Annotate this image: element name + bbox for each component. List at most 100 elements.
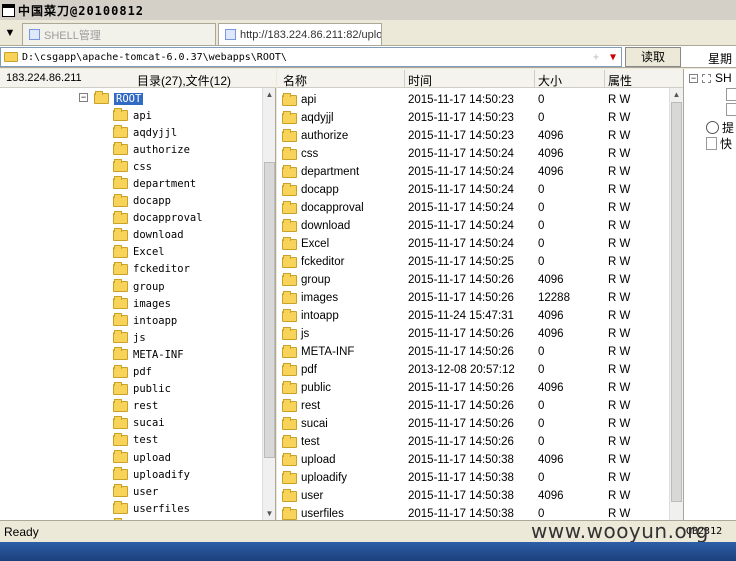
list-scrollbar[interactable]: ▲ [669, 88, 683, 520]
table-row[interactable]: docapproval 2015-11-17 14:50:24 0 R W [277, 199, 669, 217]
scroll-up-icon[interactable]: ▲ [263, 88, 275, 101]
tree-item[interactable]: js [113, 329, 146, 346]
scroll-up-icon[interactable]: ▲ [670, 88, 683, 101]
tree-root[interactable]: ROOT [94, 90, 144, 107]
tree-item[interactable]: download [113, 227, 184, 244]
table-row[interactable]: download 2015-11-17 14:50:24 0 R W [277, 217, 669, 235]
cell-time: 2015-11-17 14:50:26 [408, 292, 514, 304]
table-row[interactable]: META-INF 2015-11-17 14:50:26 0 R W [277, 343, 669, 361]
cell-attr: R W [608, 220, 631, 232]
table-row[interactable]: uploadify 2015-11-17 14:50:38 0 R W [277, 469, 669, 487]
tree-item[interactable]: docapp [113, 193, 171, 210]
table-row[interactable]: Excel 2015-11-17 14:50:24 0 R W [277, 235, 669, 253]
file-list[interactable]: api 2015-11-17 14:50:23 0 R W aqdyjjl 2015-11… [277, 88, 683, 520]
tree-item[interactable]: upload [113, 449, 171, 466]
cell-time: 2015-11-17 14:50:26 [408, 418, 514, 430]
cell-size: 12288 [538, 292, 570, 304]
tree-item[interactable]: css [113, 158, 152, 175]
collapse-toggle-icon[interactable]: − [689, 73, 698, 83]
scroll-thumb[interactable] [264, 162, 275, 458]
tree-item[interactable]: public [113, 381, 171, 398]
weekday-header: 星期 [708, 52, 733, 66]
folder-icon [113, 193, 128, 207]
scroll-down-icon[interactable]: ▼ [263, 507, 275, 520]
table-row[interactable]: js 2015-11-17 14:50:26 4096 R W [277, 325, 669, 343]
tree-item[interactable]: userfiles [113, 500, 190, 517]
table-row[interactable]: authorize 2015-11-17 14:50:23 4096 R W [277, 127, 669, 145]
right-tree-doc[interactable] [726, 88, 736, 101]
tree-item-label: user [133, 485, 159, 498]
folder-icon [113, 261, 128, 275]
status-text: Ready [4, 525, 39, 539]
col-attr[interactable]: 属性 [608, 72, 632, 89]
shortcut-icon [706, 137, 717, 150]
folder-icon [282, 255, 297, 268]
collapse-toggle-icon[interactable]: − [79, 93, 88, 102]
tree-item[interactable]: images [113, 295, 171, 312]
add-icon[interactable]: + [587, 52, 605, 63]
tree-item[interactable]: docapproval [113, 210, 203, 227]
cell-time: 2015-11-17 14:50:26 [408, 328, 514, 340]
col-time[interactable]: 时间 [408, 72, 432, 89]
tree-item[interactable]: pdf [113, 364, 152, 381]
right-tree-item-2[interactable]: 快 [706, 135, 732, 152]
tree-item[interactable]: group [113, 278, 165, 295]
tree-item[interactable]: intoapp [113, 312, 177, 329]
tree-item-label: upload [133, 451, 171, 464]
right-tree-doc[interactable] [726, 103, 736, 116]
table-row[interactable]: user 2015-11-17 14:50:38 4096 R W [277, 487, 669, 505]
col-name[interactable]: 名称 [283, 72, 307, 89]
path-input[interactable]: D:\csgapp\apache-tomcat-6.0.37\webapps\R… [0, 47, 622, 67]
table-row[interactable]: api 2015-11-17 14:50:23 0 R W [277, 91, 669, 109]
tab-menu-chevron-icon[interactable]: ▼ [2, 24, 18, 42]
table-row[interactable]: upload 2015-11-17 14:50:38 4096 R W [277, 451, 669, 469]
folder-icon [113, 244, 128, 258]
tree-item[interactable]: user [113, 483, 158, 500]
tab-shell-manage[interactable]: SHELL管理 [22, 23, 216, 45]
cell-name: user [301, 490, 324, 502]
table-row[interactable]: fckeditor 2015-11-17 14:50:25 0 R W [277, 253, 669, 271]
tree-item[interactable]: fckeditor [113, 261, 190, 278]
tree-item[interactable]: sucai [113, 415, 165, 432]
table-row[interactable]: department 2015-11-17 14:50:24 4096 R W [277, 163, 669, 181]
tree-item[interactable]: test [113, 432, 158, 449]
scroll-thumb[interactable] [671, 102, 682, 502]
cell-attr: R W [608, 328, 631, 340]
right-tree-item-1[interactable]: 提 [706, 119, 734, 136]
table-row[interactable]: pdf 2013-12-08 20:57:12 0 R W [277, 361, 669, 379]
tree-item[interactable]: aqdyjjl [113, 124, 177, 141]
directory-tree[interactable]: − ROOT api aqdyjjl authorize css department d… [0, 88, 276, 520]
tree-item[interactable]: department [113, 175, 196, 192]
cell-name: images [301, 292, 339, 304]
tree-item[interactable]: uploadify [113, 466, 190, 483]
table-row[interactable]: docapp 2015-11-17 14:50:24 0 R W [277, 181, 669, 199]
table-row[interactable]: css 2015-11-17 14:50:24 4096 R W [277, 145, 669, 163]
tree-item[interactable]: Excel [113, 244, 165, 261]
table-row[interactable]: test 2015-11-17 14:50:26 0 R W [277, 433, 669, 451]
table-row[interactable]: images 2015-11-17 14:50:26 12288 R W [277, 289, 669, 307]
tree-item[interactable]: authorize [113, 141, 190, 158]
table-row[interactable]: public 2015-11-17 14:50:26 4096 R W [277, 379, 669, 397]
table-row[interactable]: aqdyjjl 2015-11-17 14:50:23 0 R W [277, 109, 669, 127]
cell-time: 2015-11-24 15:47:31 [408, 310, 514, 322]
folder-icon [113, 415, 128, 429]
table-row[interactable]: intoapp 2015-11-24 15:47:31 4096 R W [277, 307, 669, 325]
cell-size: 4096 [538, 454, 564, 466]
table-row[interactable]: userfiles 2015-11-17 14:50:38 0 R W [277, 505, 669, 520]
col-size[interactable]: 大小 [538, 72, 562, 89]
table-row[interactable]: group 2015-11-17 14:50:26 4096 R W [277, 271, 669, 289]
title-bar: 中国菜刀@20100812 [0, 0, 736, 20]
table-row[interactable]: rest 2015-11-17 14:50:26 0 R W [277, 397, 669, 415]
cell-time: 2015-11-17 14:50:26 [408, 436, 514, 448]
tree-item[interactable]: api [113, 107, 152, 124]
tree-item[interactable]: rest [113, 398, 158, 415]
cell-attr: R W [608, 310, 631, 322]
tree-item-label: rest [133, 400, 159, 413]
tab-remote-site[interactable]: http://183.224.86.211:82/uploa... [218, 23, 382, 45]
right-tree-root[interactable]: − SH [689, 71, 732, 85]
tree-scrollbar[interactable]: ▲ ▼ [262, 88, 275, 520]
table-row[interactable]: sucai 2015-11-17 14:50:26 0 R W [277, 415, 669, 433]
chevron-down-icon[interactable]: ▼ [605, 52, 621, 63]
tree-item[interactable]: META-INF [113, 346, 184, 363]
read-button[interactable]: 读取 [625, 47, 681, 67]
